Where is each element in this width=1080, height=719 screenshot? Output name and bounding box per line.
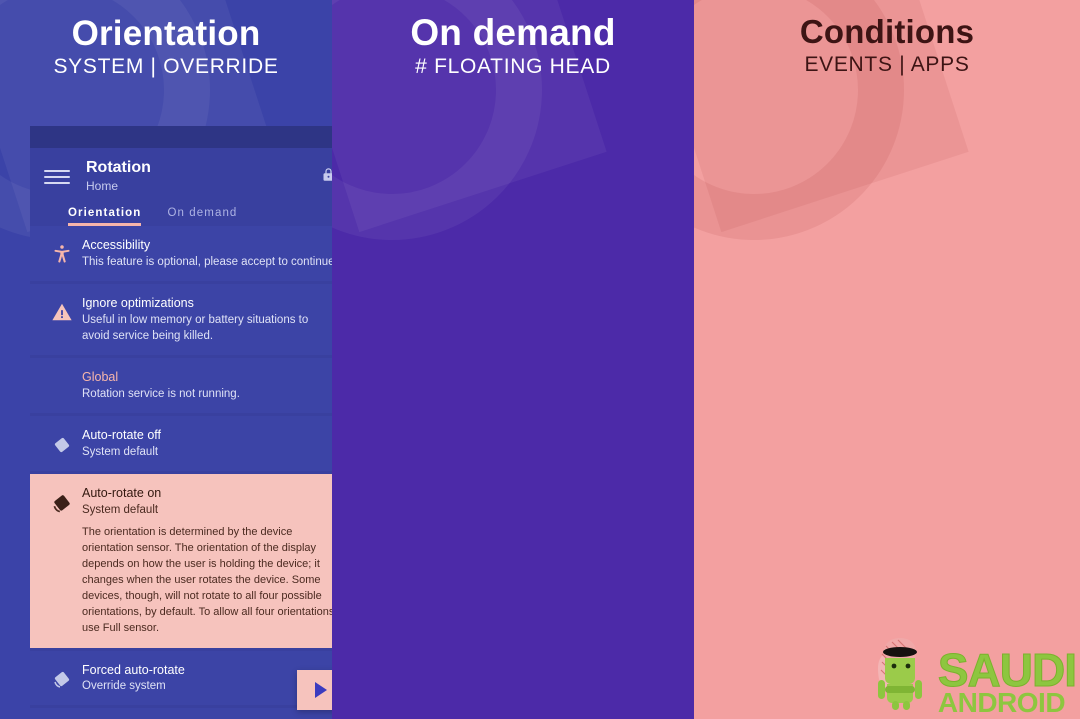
app-bar: Rotation Home Orientation On demand [30,148,332,226]
start-button[interactable]: Start [297,670,332,710]
list-item-ignore-optimizations[interactable]: Ignore optimizations Useful in low memor… [30,283,332,356]
item-title: Accessibility [82,238,151,252]
empty-icon-slot [42,369,82,375]
hero-title: Orientation [71,14,261,53]
app-title: Rotation [86,159,151,176]
hero-title: On demand [410,12,616,53]
watermark: SAUDI ANDROID [868,636,1078,718]
lock-icon[interactable] [321,166,332,188]
hero-conditions: Conditions EVENTS | APPS [694,13,1080,77]
item-subtitle: Rotation service is not running. [82,387,240,400]
rotate-off-icon [42,427,82,457]
tab-bar: Orientation On demand [44,193,332,226]
list-item-forced-auto-rotate[interactable]: Forced auto-rotate Override system [30,650,332,706]
warning-triangle-icon [42,295,82,323]
panel-conditions: Conditions EVENTS | APPS Rotation Condit… [694,0,1080,719]
forced-rotate-icon [42,662,82,692]
hero-orientation: Orientation SYSTEM | OVERRIDE [0,14,332,79]
app-subtitle: Home [86,179,119,193]
hero-subtitle: EVENTS | APPS [804,52,970,76]
item-title: Auto-rotate off [82,428,161,442]
phone-screenshot-orientation: Rotation Home Orientation On demand Acce… [30,126,332,719]
rotate-on-icon [42,485,82,517]
tab-orientation[interactable]: Orientation [68,207,142,226]
orientation-list: Accessibility This feature is optional, … [30,226,332,719]
tab-on-demand[interactable]: On demand [167,207,237,226]
list-item-accessibility[interactable]: Accessibility This feature is optional, … [30,226,332,281]
watermark-line-1: SAUDI [937,644,1077,697]
status-bar [30,126,332,148]
item-description: The orientation is determined by the dev… [82,525,332,634]
hero-subtitle: # FLOATING HEAD [415,55,611,79]
list-item-forced-portrait[interactable]: Forced portrait Override system [30,708,332,719]
hero-on-demand: On demand # FLOATING HEAD [332,12,694,79]
android-mascot-icon [868,636,936,715]
screenshot-stage: Orientation SYSTEM | OVERRIDE Rotation H… [0,0,1080,719]
item-title: Forced auto-rotate [82,662,185,677]
list-item-auto-rotate-off[interactable]: Auto-rotate off System default [30,416,332,471]
item-subtitle: System default [82,445,159,458]
panel-orientation: Orientation SYSTEM | OVERRIDE Rotation H… [0,0,332,719]
item-title: Global [82,370,119,385]
item-title: Auto-rotate on [82,485,162,500]
hamburger-menu-icon[interactable] [44,166,70,188]
list-item-auto-rotate-on[interactable]: Auto-rotate on System default The orient… [30,473,332,648]
watermark-line-2: ANDROID [937,686,1066,718]
item-subtitle: System default [82,503,159,516]
item-title: Ignore optimizations [82,295,194,310]
play-icon [315,682,328,698]
panel-on-demand: On demand # FLOATING HEAD Rotation Home [332,0,694,719]
list-item-global[interactable]: Global Rotation service is not running. [30,358,332,413]
item-subtitle: Useful in low memory or battery situatio… [82,313,309,342]
hero-subtitle: SYSTEM | OVERRIDE [53,55,279,79]
hero-title: Conditions [799,13,975,50]
item-subtitle: Override system [82,680,166,693]
accessibility-icon [42,237,82,265]
item-subtitle: This feature is optional, please accept … [82,255,332,268]
